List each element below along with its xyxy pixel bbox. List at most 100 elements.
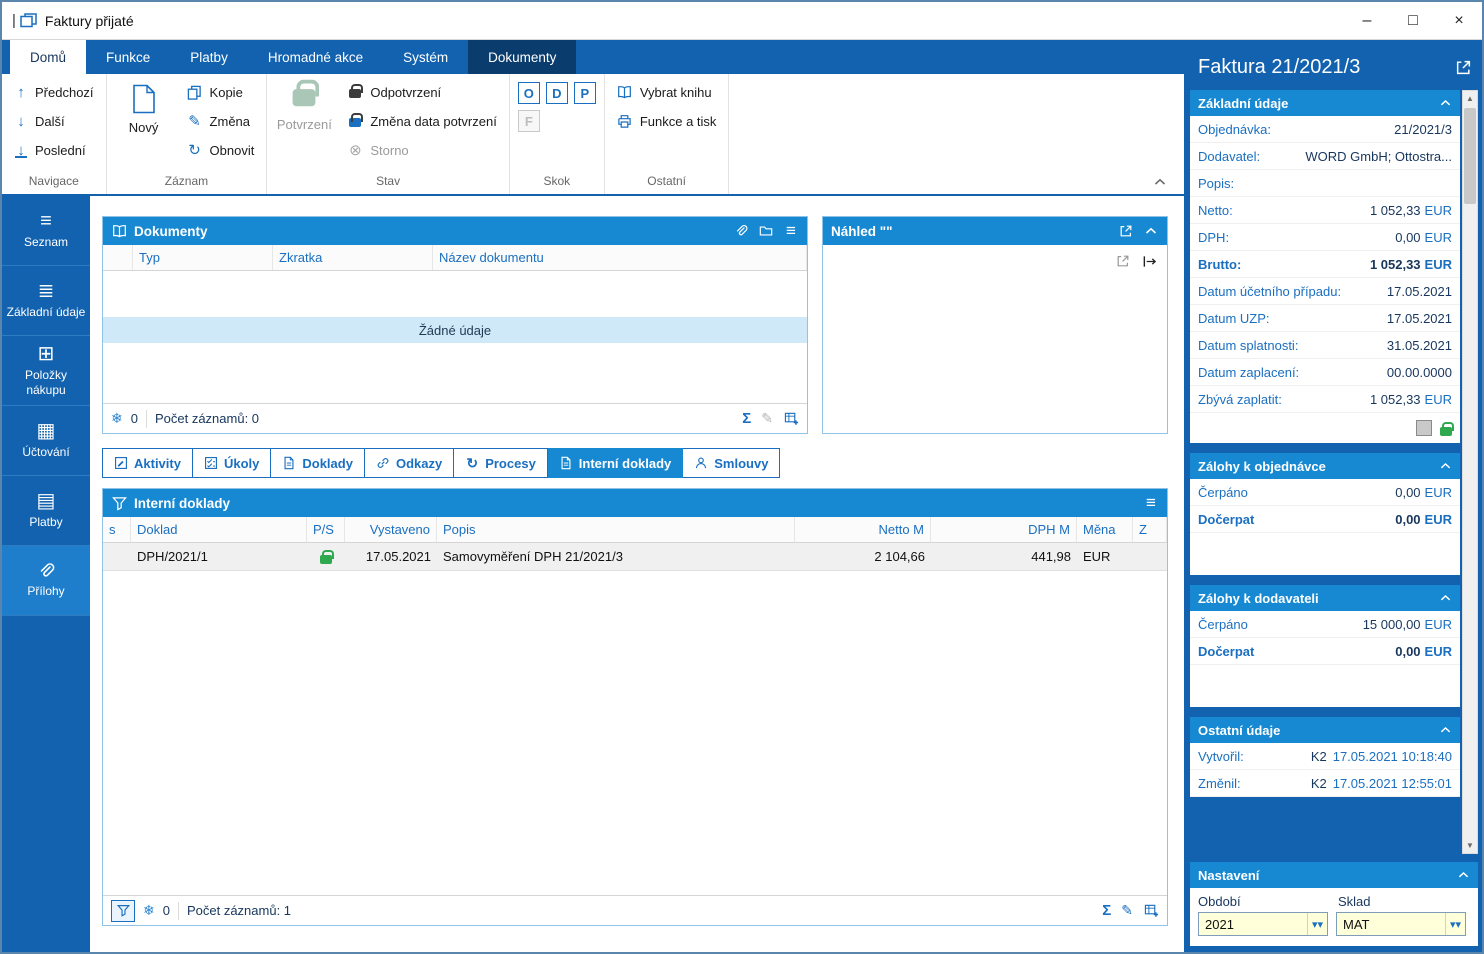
external-link-icon[interactable] — [1118, 223, 1134, 239]
table-row[interactable]: DPH/2021/1 17.05.2021 Samovyměření DPH 2… — [103, 543, 1167, 571]
collapse-icon[interactable] — [1438, 96, 1452, 110]
tab-odkazy[interactable]: Odkazy — [364, 448, 455, 478]
sidebar-item-polozky-nakupu[interactable]: ⊞ Položky nákupu — [2, 336, 90, 406]
functions-print-button[interactable]: Funkce a tisk — [613, 109, 721, 133]
sidebar-item-zakladni-udaje[interactable]: ≣ Základní údaje — [2, 266, 90, 336]
section-settings-header[interactable]: Nastavení — [1190, 862, 1478, 888]
paperclip-icon[interactable] — [733, 223, 749, 239]
column-icon[interactable] — [103, 245, 133, 270]
new-button[interactable]: Nový — [115, 80, 173, 171]
ribbon-tab-hromadne-akce[interactable]: Hromadné akce — [248, 40, 383, 74]
warehouse-select[interactable]: MAT ▾▾ — [1336, 912, 1466, 936]
column-s[interactable]: s — [103, 517, 131, 542]
field-dph[interactable]: DPH: 0,00 EUR — [1190, 224, 1460, 251]
ribbon-tab-system[interactable]: Systém — [383, 40, 468, 74]
menu-icon[interactable]: ≡ — [783, 221, 799, 240]
sidebar-item-seznam[interactable]: ≡ Seznam — [2, 196, 90, 266]
copy-button[interactable]: Kopie — [183, 80, 259, 104]
field-brutto[interactable]: Brutto: 1 052,33 EUR — [1190, 251, 1460, 278]
collapse-icon[interactable] — [1456, 868, 1470, 882]
ribbon-tab-platby[interactable]: Platby — [170, 40, 248, 74]
ribbon-tab-domu[interactable]: Domů — [10, 40, 87, 74]
next-button[interactable]: ↓ Další — [10, 109, 98, 133]
scroll-down-icon[interactable]: ▼ — [1463, 838, 1477, 853]
jump-f-button[interactable]: F — [517, 110, 540, 132]
field-datum-uzp[interactable]: Datum UZP: 17.05.2021 — [1190, 305, 1460, 332]
ribbon-tab-funkce[interactable]: Funkce — [86, 40, 170, 74]
section-other-header[interactable]: Ostatní údaje — [1190, 717, 1460, 743]
period-select[interactable]: 2021 ▾▾ — [1198, 912, 1328, 936]
scrollbar-thumb[interactable] — [1464, 108, 1476, 204]
scroll-up-icon[interactable]: ▲ — [1463, 91, 1477, 106]
column-doklad[interactable]: Doklad — [131, 517, 307, 542]
field-docerpat-supplier[interactable]: Dočerpat 0,00 EUR — [1190, 638, 1460, 665]
collapse-icon[interactable] — [1438, 591, 1452, 605]
vertical-scrollbar[interactable]: ▲ ▼ — [1462, 90, 1478, 854]
field-netto[interactable]: Netto: 1 052,33 EUR — [1190, 197, 1460, 224]
jump-p-button[interactable]: P — [573, 82, 596, 104]
unconfirm-button[interactable]: Odpotvrzení — [343, 80, 500, 104]
maximize-icon[interactable]: □ — [1390, 2, 1436, 39]
storno-button[interactable]: ⊗ Storno — [343, 138, 500, 162]
open-external-icon[interactable] — [1115, 253, 1131, 269]
filter-toggle-button[interactable] — [111, 899, 135, 922]
tab-doklady[interactable]: Doklady — [271, 448, 365, 478]
change-button[interactable]: ✎ Změna — [183, 109, 259, 133]
tab-interni-doklady[interactable]: Interní doklady — [547, 448, 684, 478]
column-typ[interactable]: Typ — [133, 245, 273, 270]
column-dph[interactable]: DPH M — [931, 517, 1077, 542]
field-zbyva-zaplatit[interactable]: Zbývá zaplatit: 1 052,33 EUR — [1190, 386, 1460, 413]
refresh-button[interactable]: ↻ Obnovit — [183, 138, 259, 162]
ribbon-collapse-icon[interactable] — [1154, 178, 1166, 186]
edit-icon[interactable]: ✎ — [761, 410, 773, 427]
column-ps[interactable]: P/S — [307, 517, 345, 542]
jump-d-button[interactable]: D — [545, 82, 568, 104]
field-zmenil[interactable]: Změnil: K2 17.05.2021 12:55:01 — [1190, 770, 1460, 797]
fit-width-icon[interactable] — [1141, 253, 1157, 269]
sum-icon[interactable]: Σ — [1102, 902, 1111, 919]
sidebar-item-uctovani[interactable]: ▦ Účtování — [2, 406, 90, 476]
field-popis[interactable]: Popis: — [1190, 170, 1460, 197]
field-objednavka[interactable]: Objednávka: 21/2021/3 — [1190, 116, 1460, 143]
collapse-icon[interactable] — [1438, 723, 1452, 737]
column-popis[interactable]: Popis — [437, 517, 795, 542]
field-cerpano-order[interactable]: Čerpáno 0,00 EUR — [1190, 479, 1460, 506]
external-link-icon[interactable] — [1454, 58, 1472, 76]
sum-icon[interactable]: Σ — [742, 410, 751, 427]
table-add-icon[interactable] — [783, 411, 799, 427]
minimize-icon[interactable]: – — [1344, 2, 1390, 39]
section-basic-header[interactable]: Základní údaje — [1190, 90, 1460, 116]
last-button[interactable]: ↓ Poslední — [10, 138, 98, 162]
field-datum-ucetniho-pripadu[interactable]: Datum účetního případu: 17.05.2021 — [1190, 278, 1460, 305]
field-datum-splatnosti[interactable]: Datum splatnosti: 31.05.2021 — [1190, 332, 1460, 359]
tab-procesy[interactable]: ↻ Procesy — [454, 448, 548, 478]
close-icon[interactable]: × — [1436, 2, 1482, 39]
previous-button[interactable]: ↑ Předchozí — [10, 80, 98, 104]
asterisk-icon[interactable]: ❄ — [111, 410, 123, 427]
confirm-button[interactable]: Potvrzení — [275, 79, 333, 171]
folder-icon[interactable] — [758, 223, 774, 239]
section-advances-order-header[interactable]: Zálohy k objednávce — [1190, 453, 1460, 479]
column-z[interactable]: Z — [1133, 517, 1167, 542]
column-nazev[interactable]: Název dokumentu — [433, 245, 807, 270]
table-add-icon[interactable] — [1143, 903, 1159, 919]
menu-icon[interactable]: ≡ — [1143, 493, 1159, 512]
column-netto[interactable]: Netto M — [795, 517, 931, 542]
tab-aktivity[interactable]: Aktivity — [102, 448, 193, 478]
field-docerpat-order[interactable]: Dočerpat 0,00 EUR — [1190, 506, 1460, 533]
asterisk-icon[interactable]: ❄ — [143, 902, 155, 919]
section-advances-supplier-header[interactable]: Zálohy k dodavateli — [1190, 585, 1460, 611]
field-dodavatel[interactable]: Dodavatel: WORD GmbH; Ottostra... — [1190, 143, 1460, 170]
preview-body[interactable] — [823, 245, 1167, 433]
collapse-icon[interactable] — [1143, 223, 1159, 239]
sidebar-item-platby[interactable]: ▤ Platby — [2, 476, 90, 546]
collapse-icon[interactable] — [1438, 459, 1452, 473]
edit-icon[interactable]: ✎ — [1121, 902, 1133, 919]
change-confirm-date-button[interactable]: Změna data potvrzení — [343, 109, 500, 133]
column-mena[interactable]: Měna — [1077, 517, 1133, 542]
tab-ukoly[interactable]: Úkoly — [192, 448, 272, 478]
field-vytvoril[interactable]: Vytvořil: K2 17.05.2021 10:18:40 — [1190, 743, 1460, 770]
select-book-button[interactable]: Vybrat knihu — [613, 80, 721, 104]
tab-smlouvy[interactable]: Smlouvy — [683, 448, 781, 478]
jump-o-button[interactable]: O — [517, 82, 540, 104]
